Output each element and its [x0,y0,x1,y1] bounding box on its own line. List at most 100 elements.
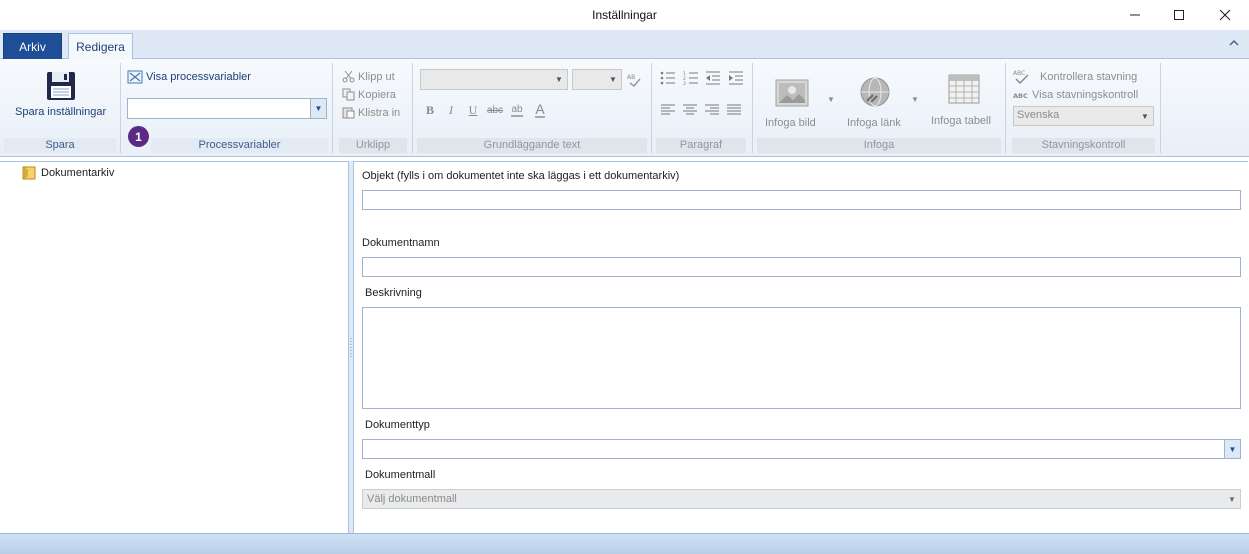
abc-icon: ABC [1013,92,1028,100]
settings-window: Inställningar Arkiv Redigera Spara instä… [0,0,1249,554]
insert-link-label[interactable]: Infoga länk [847,117,901,129]
maximize-button[interactable] [1156,0,1202,30]
beskrivning-textarea[interactable] [362,307,1241,409]
close-icon [1219,9,1231,21]
process-variable-combo[interactable]: ▼ [127,98,327,119]
group-label-processvariabler: Processvariabler [151,138,328,153]
group-processvariabler: Visa processvariabler ▼ Processvariabler [121,59,332,157]
paste-label: Klistra in [358,106,401,119]
tab-redigera[interactable]: Redigera [68,33,133,60]
copy-button[interactable]: Kopiera [342,88,396,101]
font-size-combo[interactable]: ▼ [572,69,622,90]
show-process-variables-button[interactable]: Visa processvariabler [127,70,251,84]
chevron-down-icon[interactable]: ▼ [1224,440,1240,458]
group-label-paragraf: Paragraf [656,138,746,153]
chevron-down-icon[interactable]: ▼ [310,99,326,118]
chevron-down-icon[interactable]: ▼ [827,95,835,104]
check-spelling-label: Kontrollera stavning [1040,71,1138,83]
align-justify-icon[interactable] [727,104,741,116]
tab-arkiv[interactable]: Arkiv [3,33,62,59]
svg-text:ABC: ABC [1013,92,1028,100]
close-button[interactable] [1202,0,1248,30]
copy-label: Kopiera [358,88,396,101]
increase-indent-icon[interactable] [728,71,744,85]
italic-button[interactable]: I [442,101,460,119]
insert-image-button[interactable] [775,79,809,110]
clear-format-button[interactable]: AB [625,70,643,88]
show-process-variables-label: Visa processvariabler [146,71,251,83]
image-icon [775,79,809,107]
globe-link-icon [860,77,890,107]
minimize-button[interactable] [1112,0,1158,30]
archive-folder-icon [22,166,36,180]
copy-icon [342,88,355,101]
chevron-down-icon[interactable]: ▼ [1137,107,1153,125]
decrease-indent-icon[interactable] [705,71,721,85]
dokumentnamn-input[interactable] [362,257,1241,277]
highlight-icon: ab [511,103,523,117]
chevron-down-icon[interactable]: ▼ [911,95,919,104]
bold-icon: B [425,102,434,117]
group-stavningskontroll: ABC Kontrollera stavning ABC Visa stavni… [1006,59,1161,157]
align-center-icon[interactable] [683,104,697,116]
scissors-icon [342,70,355,83]
ribbon-tab-strip: Arkiv Redigera [0,30,1249,60]
cut-label: Klipp ut [358,70,395,83]
step-badge: 1 [128,126,149,147]
spelling-language-combo[interactable]: Svenska ▼ [1013,106,1154,126]
align-right-icon[interactable] [705,104,719,116]
dokumentmall-label: Dokumentmall [365,469,436,481]
objekt-input[interactable] [362,190,1241,210]
collapse-ribbon-button[interactable] [1227,36,1241,50]
numbered-list-icon[interactable]: 1 2 3 [683,71,699,85]
group-grundlaggande-text: ▼ ▼ AB B I U abc ab A Grundläggande text [413,59,651,157]
insert-table-label[interactable]: Infoga tabell [931,115,991,127]
underline-button[interactable]: U [464,101,482,119]
table-icon [948,74,980,104]
clear-format-icon: AB [627,74,641,87]
font-color-icon: A [535,100,545,118]
group-urklipp: Klipp ut Kopiera Klistra in Urklipp [333,59,411,157]
ribbon-separator [1160,63,1161,153]
chevron-down-icon[interactable]: ▼ [551,70,567,89]
show-spelling-button[interactable]: ABC Visa stavningskontroll [1013,89,1138,101]
cut-button[interactable]: Klipp ut [342,70,395,83]
bullet-list-icon[interactable] [660,71,676,85]
chevron-down-icon[interactable]: ▼ [1224,490,1240,508]
group-label-urklipp: Urklipp [339,138,407,153]
save-button-label[interactable]: Spara inställningar [15,106,106,118]
group-spara: Spara inställningar Spara [0,59,120,157]
insert-link-button[interactable] [858,75,892,112]
show-spelling-label: Visa stavningskontroll [1032,89,1139,101]
paste-button[interactable]: Klistra in [342,106,400,119]
insert-image-label[interactable]: Infoga bild [765,117,816,129]
dokumentmall-placeholder: Välj dokumentmall [367,493,457,505]
font-color-button[interactable]: A [531,101,549,119]
objekt-label: Objekt (fylls i om dokumentet inte ska l… [362,170,680,182]
window-title: Inställningar [592,8,657,22]
font-family-combo[interactable]: ▼ [420,69,568,90]
group-paragraf: 1 2 3 Paragraf [652,59,752,157]
variables-icon [127,70,143,84]
tree-item-dokumentarkiv[interactable]: Dokumentarkiv [22,166,114,180]
spelling-language-value: Svenska [1017,109,1060,121]
status-bar [0,533,1249,554]
bold-button[interactable]: B [421,101,439,119]
check-spelling-button[interactable]: ABC Kontrollera stavning [1013,69,1137,85]
align-left-icon[interactable] [661,104,675,116]
tree-item-label: Dokumentarkiv [41,167,115,179]
group-label-infoga: Infoga [757,138,1001,153]
group-label-grundlaggande: Grundläggande text [417,138,647,153]
dokumenttyp-select[interactable]: ▼ [362,439,1241,459]
minimize-icon [1130,14,1140,16]
chevron-down-icon[interactable]: ▼ [605,70,621,89]
dokumentmall-select[interactable]: Välj dokumentmall ▼ [362,489,1241,509]
italic-icon: I [449,102,453,117]
save-button[interactable] [44,69,78,105]
group-label-spara: Spara [4,138,116,153]
highlight-button[interactable]: ab [508,101,526,119]
strikethrough-icon: abc [486,104,504,116]
insert-table-button[interactable] [948,73,980,108]
strikethrough-button[interactable]: abc [486,101,504,119]
document-form-pane: Objekt (fylls i om dokumentet inte ska l… [353,161,1248,533]
